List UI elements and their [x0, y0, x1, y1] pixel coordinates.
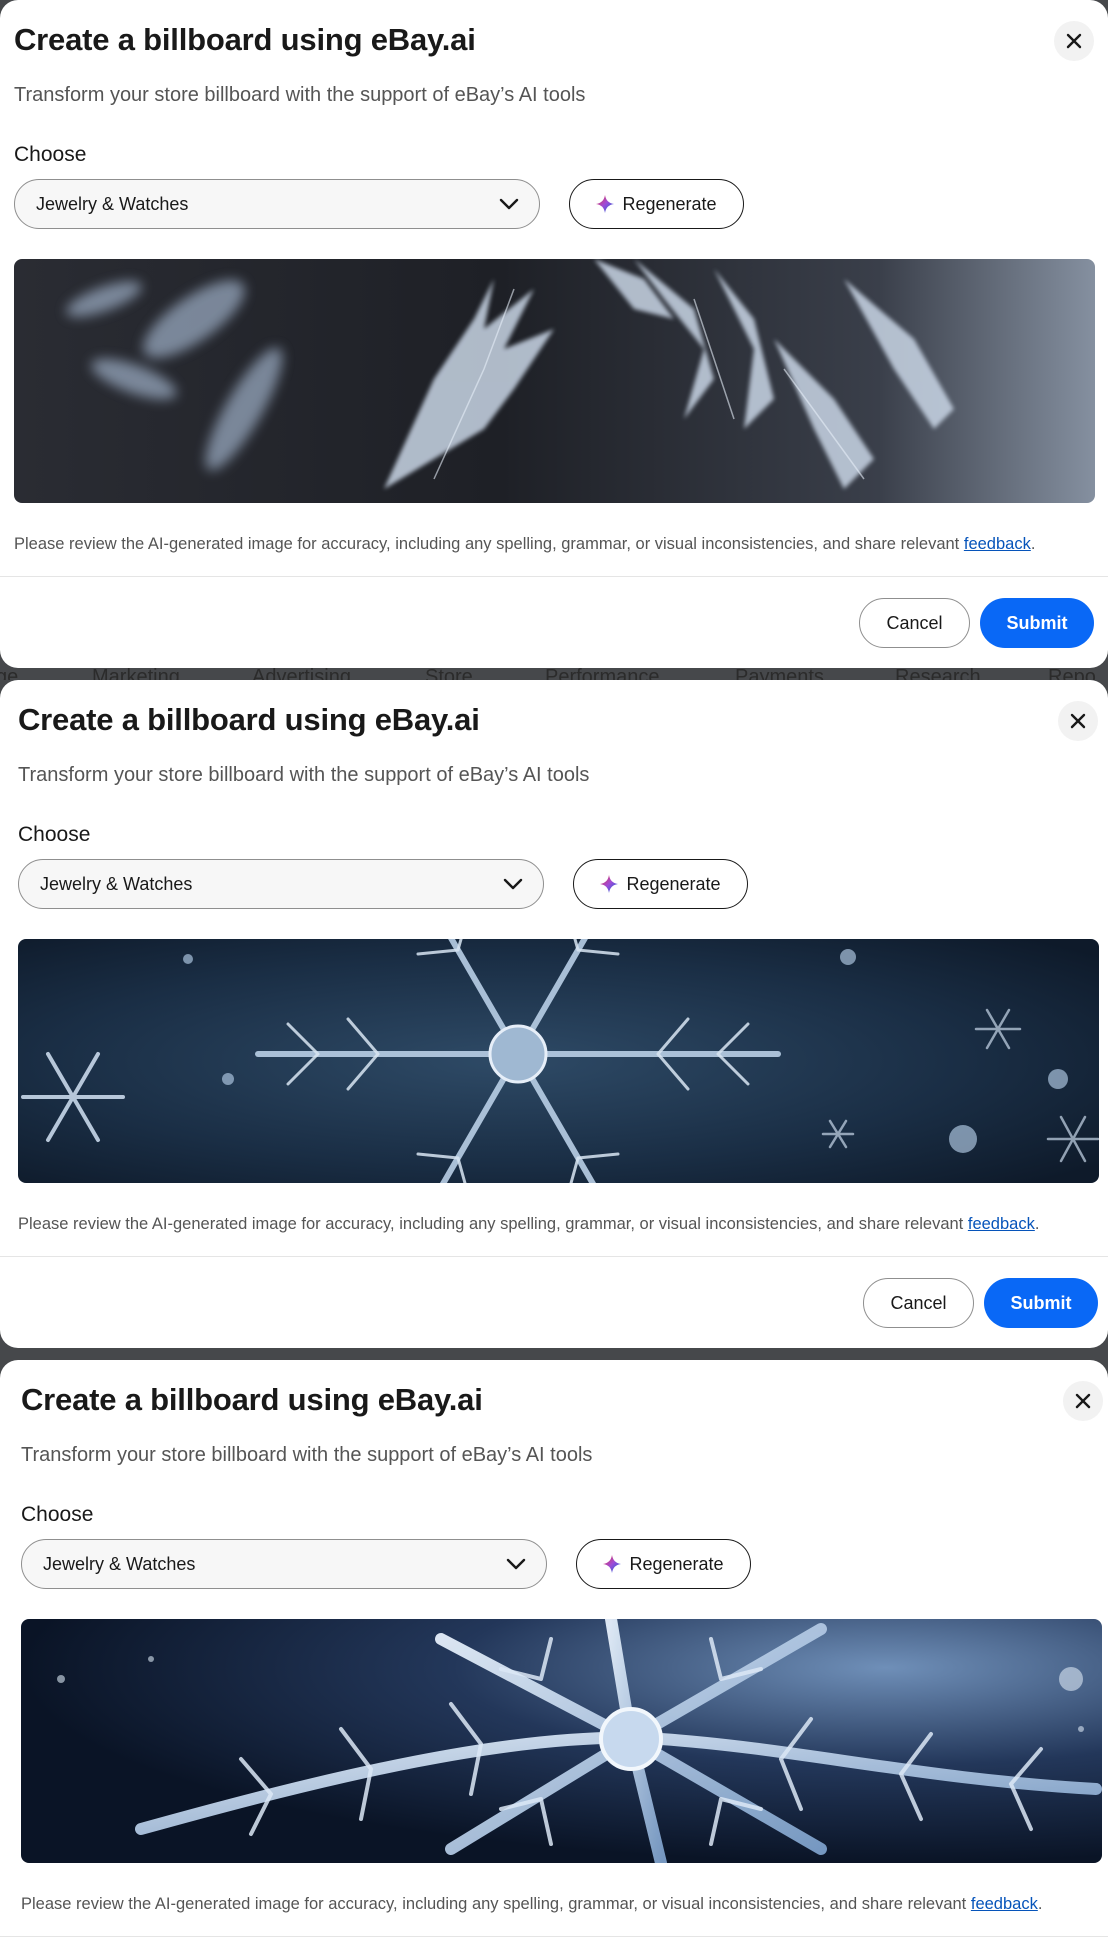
disclaimer-end: .	[1030, 535, 1036, 553]
regenerate-label: Regenerate	[629, 1553, 724, 1574]
modal-subtitle: Transform your store billboard with the …	[21, 1444, 593, 1466]
background-nav-item: Payments	[735, 666, 824, 680]
modal-title: Create a billboard using eBay.ai	[18, 702, 480, 737]
modal-title: Create a billboard using eBay.ai	[14, 22, 476, 57]
ai-sparkle-icon	[600, 875, 619, 893]
generated-billboard-image	[21, 1619, 1102, 1863]
disclaimer-end: .	[1037, 1895, 1043, 1913]
choose-label: Choose	[14, 143, 87, 166]
background-nav-item: Research	[895, 666, 981, 680]
background-nav-item: ge	[0, 666, 19, 680]
category-select-value: Jewelry & Watches	[36, 193, 189, 214]
choose-label: Choose	[18, 823, 91, 846]
submit-button[interactable]: Submit	[980, 598, 1094, 648]
billboard-modal-3: Create a billboard using eBay.ai Transfo…	[0, 1360, 1108, 1942]
submit-button[interactable]: Submit	[984, 1278, 1098, 1328]
chevron-down-icon	[506, 1558, 526, 1570]
regenerate-button[interactable]: Regenerate	[573, 859, 748, 909]
disclaimer-end: .	[1034, 1215, 1040, 1233]
modal-title: Create a billboard using eBay.ai	[21, 1382, 483, 1417]
close-button[interactable]	[1058, 701, 1098, 741]
category-select[interactable]: Jewelry & Watches	[14, 179, 540, 229]
billboard-modal-2: Create a billboard using eBay.ai Transfo…	[0, 680, 1108, 1348]
footer-divider	[0, 576, 1108, 577]
ai-sparkle-icon	[603, 1555, 622, 1573]
choose-label: Choose	[21, 1503, 94, 1526]
background-nav-item: Marketing	[92, 666, 180, 680]
close-icon	[1066, 33, 1082, 49]
regenerate-button[interactable]: Regenerate	[576, 1539, 751, 1589]
ai-disclaimer: Please review the AI-generated image for…	[18, 1215, 1039, 1234]
ai-disclaimer-text: Please review the AI-generated image for…	[21, 1895, 971, 1913]
ai-disclaimer-text: Please review the AI-generated image for…	[14, 535, 964, 553]
regenerate-label: Regenerate	[626, 873, 721, 894]
background-nav-item: Repo	[1048, 666, 1096, 680]
regenerate-button[interactable]: Regenerate	[569, 179, 744, 229]
feedback-link[interactable]: feedback	[968, 1215, 1035, 1233]
close-icon	[1075, 1393, 1091, 1409]
close-button[interactable]	[1063, 1381, 1103, 1421]
category-select[interactable]: Jewelry & Watches	[21, 1539, 547, 1589]
category-select[interactable]: Jewelry & Watches	[18, 859, 544, 909]
modal-subtitle: Transform your store billboard with the …	[18, 764, 590, 786]
modal-subtitle: Transform your store billboard with the …	[14, 84, 586, 106]
feedback-link[interactable]: feedback	[964, 535, 1031, 553]
ai-disclaimer-text: Please review the AI-generated image for…	[18, 1215, 968, 1233]
background-nav-item: Store	[425, 666, 473, 680]
generated-billboard-image	[18, 939, 1099, 1183]
category-select-value: Jewelry & Watches	[43, 1553, 196, 1574]
chevron-down-icon	[503, 878, 523, 890]
billboard-modal-1: Create a billboard using eBay.ai Transfo…	[0, 0, 1108, 668]
cancel-button[interactable]: Cancel	[859, 598, 970, 648]
footer-divider	[0, 1256, 1108, 1257]
cancel-button[interactable]: Cancel	[863, 1278, 974, 1328]
background-nav-item: Advertising	[252, 666, 351, 680]
regenerate-label: Regenerate	[622, 193, 717, 214]
category-select-value: Jewelry & Watches	[40, 873, 193, 894]
close-icon	[1070, 713, 1086, 729]
ai-disclaimer: Please review the AI-generated image for…	[14, 535, 1035, 554]
generated-billboard-image	[14, 259, 1095, 503]
footer-divider	[0, 1936, 1108, 1937]
close-button[interactable]	[1054, 21, 1094, 61]
background-nav-item: Performance	[545, 666, 660, 680]
ai-sparkle-icon	[596, 195, 615, 213]
chevron-down-icon	[499, 198, 519, 210]
ai-disclaimer: Please review the AI-generated image for…	[21, 1895, 1042, 1914]
feedback-link[interactable]: feedback	[971, 1895, 1038, 1913]
